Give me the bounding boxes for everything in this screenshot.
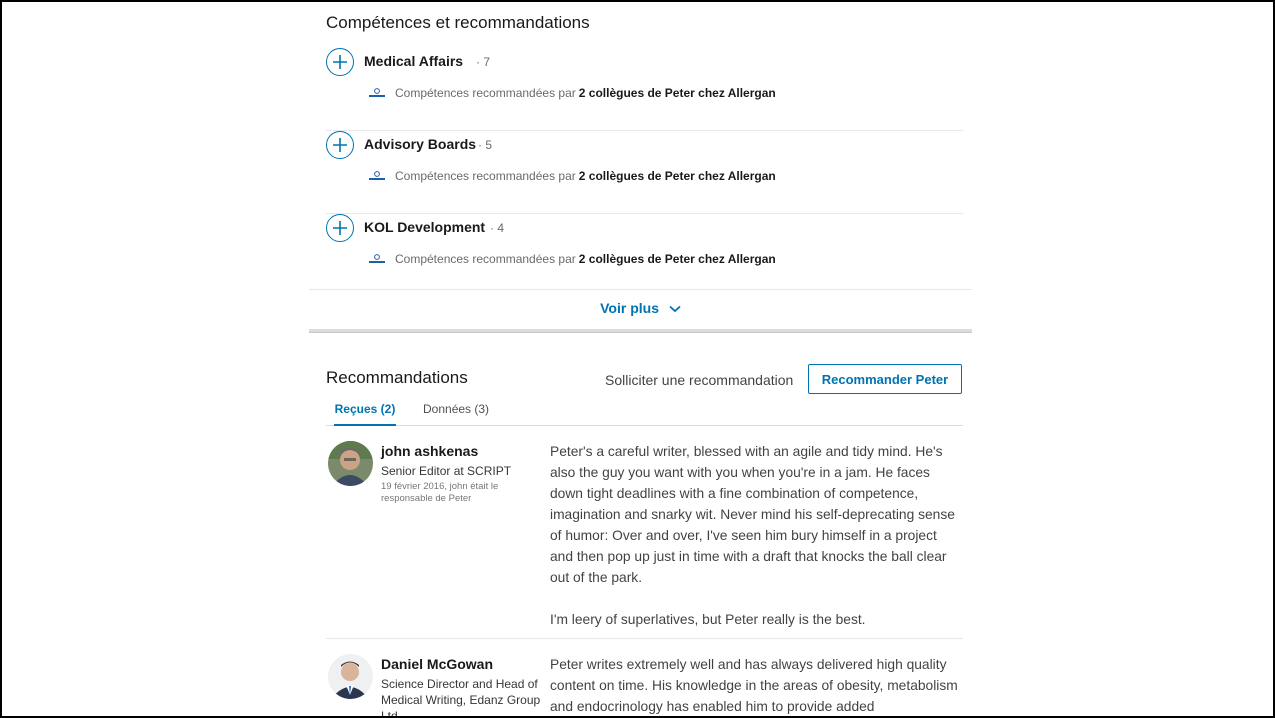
skill-name[interactable]: Advisory Boards [364, 136, 476, 152]
recommender-name[interactable]: john ashkenas [381, 443, 541, 459]
skill-endorsers[interactable]: Compétences recommandées par 2 collègues… [368, 86, 779, 100]
see-more-button[interactable]: Voir plus [309, 300, 972, 316]
divider [309, 289, 972, 290]
card-bottom-edge [309, 329, 972, 333]
recommendation-tabs: Reçues (2) Données (3) [326, 400, 963, 426]
skill-endorse-count[interactable]: · 5 [478, 138, 492, 152]
endorse-plus-icon[interactable] [326, 214, 354, 242]
recommendation-meta: 19 février 2016, john était le responsab… [381, 481, 499, 504]
recommendation-text: Peter's a careful writer, blessed with a… [550, 441, 960, 630]
skill-item: KOL Development · 4 Compétences recomman… [326, 214, 963, 297]
skill-endorsers[interactable]: Compétences recommandées par 2 collègues… [368, 169, 779, 183]
recommender-name[interactable]: Daniel McGowan [381, 656, 541, 672]
skill-item: Advisory Boards · 5 Compétences recomman… [326, 131, 963, 214]
skills-endorsements-card: Compétences et recommandations Medical A… [309, 0, 972, 336]
recommender-title: Senior Editor at SCRIPT [381, 464, 512, 478]
skills-section-title: Compétences et recommandations [326, 13, 590, 32]
tab-given[interactable]: Données (3) [423, 402, 489, 426]
endorse-colleagues[interactable]: 2 collègues de Peter chez Allergan [579, 86, 776, 100]
endorse-prefix: Compétences recommandées par [395, 86, 576, 100]
endorse-prefix: Compétences recommandées par [395, 169, 576, 183]
recommendation-item: john ashkenas Senior Editor at SCRIPT 19… [326, 441, 963, 631]
recommendation-paragraph: Peter writes extremely well and has alwa… [550, 657, 958, 714]
skill-name[interactable]: KOL Development [364, 219, 485, 235]
allergan-logo-icon [368, 170, 386, 182]
skill-name[interactable]: Medical Affairs [364, 53, 463, 69]
skill-item: Medical Affairs · 7 Compétences recomman… [326, 48, 963, 131]
chevron-down-icon [669, 306, 681, 313]
recommendation-item: Daniel McGowan Science Director and Head… [326, 654, 963, 718]
recommendation-paragraph: Peter's a careful writer, blessed with a… [550, 444, 955, 585]
endorse-plus-icon[interactable] [326, 48, 354, 76]
see-more-label: Voir plus [600, 300, 659, 316]
skill-endorse-count[interactable]: · 7 [476, 55, 490, 69]
tab-received[interactable]: Reçues (2) [334, 402, 396, 426]
allergan-logo-icon [368, 253, 386, 265]
recommendation-text: Peter writes extremely well and has alwa… [550, 654, 960, 717]
recommendation-paragraph: I'm leery of superlatives, but Peter rea… [550, 612, 866, 627]
recommend-button[interactable]: Recommander Peter [808, 364, 962, 394]
skill-endorsers[interactable]: Compétences recommandées par 2 collègues… [368, 252, 779, 266]
endorse-colleagues[interactable]: 2 collègues de Peter chez Allergan [579, 169, 776, 183]
avatar[interactable] [328, 654, 373, 699]
recommendations-title: Recommandations [326, 368, 468, 387]
recommender-title: Science Director and Head of Medical Wri… [381, 677, 541, 718]
avatar[interactable] [328, 441, 373, 486]
recommendations-card: Recommandations Solliciter une recommand… [309, 344, 972, 718]
divider [326, 638, 963, 639]
allergan-logo-icon [368, 87, 386, 99]
skill-endorse-count[interactable]: · 4 [490, 221, 504, 235]
endorse-plus-icon[interactable] [326, 131, 354, 159]
endorse-colleagues[interactable]: 2 collègues de Peter chez Allergan [579, 252, 776, 266]
ask-recommendation-link[interactable]: Solliciter une recommandation [605, 372, 793, 388]
endorse-prefix: Compétences recommandées par [395, 252, 576, 266]
